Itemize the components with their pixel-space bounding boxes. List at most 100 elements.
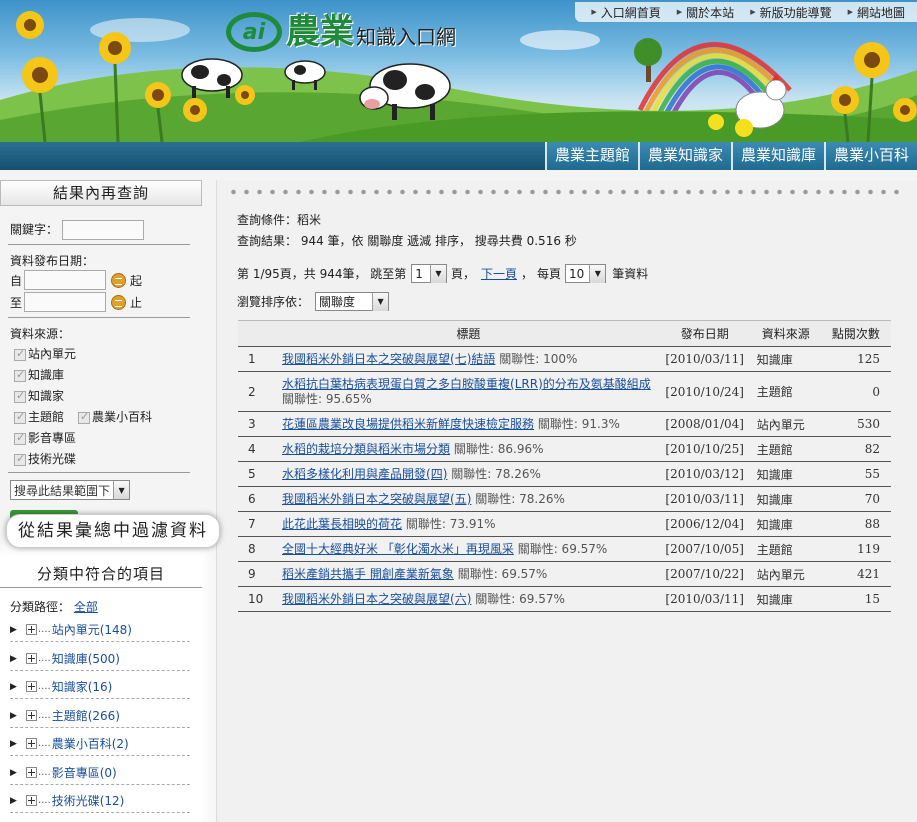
logo-main-text: 農業 — [286, 12, 354, 52]
result-title-link[interactable]: 我國稻米外銷日本之突破與展望(五) — [282, 492, 471, 506]
search-scope-select[interactable]: 搜尋此結果範圍下 ▼ — [10, 480, 131, 500]
dotted-divider — [227, 189, 907, 195]
column-header-source: 資料來源 — [750, 320, 821, 347]
top-link-home[interactable]: ▶ 入口網首頁 — [583, 4, 668, 21]
date-to-row: 至 止 — [10, 292, 142, 312]
date-from-label: 自 — [10, 273, 23, 288]
source-checkbox-video[interactable]: 影音專區 — [14, 429, 76, 446]
category-item[interactable]: ▶.... 知識家(16) — [10, 675, 190, 699]
expand-triangle-icon[interactable]: ▶ — [10, 796, 26, 806]
column-header-title: 標題 — [278, 320, 659, 347]
source-checkbox-theme-hall[interactable]: 主題館 — [14, 408, 64, 425]
keyword-row: 關鍵字： — [10, 220, 144, 240]
sort-row: 瀏覽排序依： 關聯度 ▼ — [237, 292, 390, 311]
result-title-link[interactable]: 我國稻米外銷日本之突破與展望(六) — [282, 592, 471, 606]
category-item[interactable]: ▶.... 知識庫(500) — [10, 647, 190, 671]
pager-row: 第 1/95頁，共 944筆， 跳至第 1 ▼ 頁， 下一頁 ， 每頁 10 ▼… — [237, 264, 648, 283]
top-link-sitemap[interactable]: ▶ 網站地圖 — [840, 4, 913, 21]
expand-triangle-icon[interactable]: ▶ — [10, 711, 26, 721]
date-to-label: 至 — [10, 295, 23, 310]
table-row: 5 水稻多樣化利用與產品開發(四) 關聯性: 78.26% [2010/03/1… — [238, 461, 891, 487]
triangle-icon: ▶ — [676, 8, 683, 16]
date-from-input[interactable] — [24, 270, 107, 290]
category-item[interactable]: ▶.... 站內單元(148) — [10, 618, 190, 642]
checkbox[interactable] — [14, 410, 26, 424]
tree-plus-icon[interactable] — [26, 767, 37, 778]
results-table: 標題 發布日期 資料來源 點閱次數 1 我國稻米外銷日本之突破與展望(七)結語 … — [238, 320, 891, 612]
expand-triangle-icon[interactable]: ▶ — [10, 768, 26, 778]
result-title-link[interactable]: 此花此葉長相映的荷花 — [282, 517, 402, 531]
triangle-icon: ▶ — [750, 8, 756, 16]
filter-callout: 從結果彙總中過濾資料 — [6, 514, 220, 548]
tree-plus-icon[interactable] — [26, 738, 37, 749]
sort-select[interactable]: 關聯度 ▼ — [315, 292, 390, 311]
query-condition: 查詢條件：稻米 — [237, 213, 322, 227]
result-title-link[interactable]: 水稻的栽培分類與稻米市場分類 — [282, 442, 450, 456]
date-from-row: 自 起 — [10, 270, 142, 290]
tree-plus-icon[interactable] — [26, 624, 37, 635]
expand-triangle-icon[interactable]: ▶ — [10, 654, 26, 664]
source-checkbox-onsite[interactable]: 站內單元 — [14, 345, 76, 362]
result-title-link[interactable]: 稻米產銷共攜手 開創產業新氣象 — [282, 567, 454, 581]
table-row: 3 花蓮區農業改良場提供稻米新鮮度快速檢定服務 關聯性: 91.3% [2008… — [238, 411, 891, 437]
triangle-icon: ▶ — [847, 8, 853, 16]
table-header-row: 標題 發布日期 資料來源 點閱次數 — [238, 320, 891, 347]
expand-triangle-icon[interactable]: ▶ — [10, 739, 26, 749]
per-page-select[interactable]: 10 ▼ — [565, 264, 607, 283]
source-checkbox-knowledge-qa[interactable]: 知識家 — [14, 387, 64, 404]
header-banner: ▶ 入口網首頁 ▶ 關於本站 ▶ 新版功能導覽 ▶ 網站地圖 ai 農業 知識入口網 — [0, 0, 917, 142]
top-links-bar: ▶ 入口網首頁 ▶ 關於本站 ▶ 新版功能導覽 ▶ 網站地圖 — [575, 2, 917, 22]
category-item[interactable]: ▶.... 影音專區(0) — [10, 761, 190, 785]
date-to-input[interactable] — [24, 292, 107, 312]
tree-plus-icon[interactable] — [26, 795, 37, 806]
category-item[interactable]: ▶.... 技術光碟(12) — [10, 789, 190, 813]
source-checkbox-encyclopedia[interactable]: 農業小百科 — [78, 408, 152, 425]
table-row: 7 此花此葉長相映的荷花 關聯性: 73.91% [2006/12/04] 知識… — [238, 511, 891, 537]
column-header-views: 點閱次數 — [820, 320, 891, 347]
next-page-link[interactable]: 下一頁 — [481, 265, 517, 282]
chevron-down-icon: ▼ — [589, 264, 606, 283]
table-row: 4 水稻的栽培分類與稻米市場分類 關聯性: 86.96% [2010/10/25… — [238, 436, 891, 462]
category-path-all-link[interactable]: 全部 — [74, 600, 98, 614]
result-title-link[interactable]: 我國稻米外銷日本之突破與展望(七)結語 — [282, 352, 495, 366]
site-logo[interactable]: ai 農業 知識入口網 — [226, 12, 456, 52]
date-label: 資料發布日期： — [10, 254, 95, 268]
table-row: 1 我國稻米外銷日本之突破與展望(七)結語 關聯性: 100% [2010/03… — [238, 346, 891, 372]
result-title-link[interactable]: 水稻多樣化利用與產品開發(四) — [282, 467, 447, 481]
checkbox[interactable] — [14, 431, 26, 445]
source-checkbox-cd[interactable]: 技術光碟 — [14, 450, 76, 467]
calendar-icon[interactable] — [111, 294, 127, 310]
nav-tab-encyclopedia[interactable]: 農業小百科 — [823, 142, 917, 170]
top-link-guide[interactable]: ▶ 新版功能導覽 — [742, 4, 839, 21]
result-title-link[interactable]: 花蓮區農業改良場提供稻米新鮮度快速檢定服務 — [282, 417, 534, 431]
date-start-label: 起 — [130, 273, 143, 288]
checkbox[interactable] — [14, 389, 26, 403]
triangle-icon: ▶ — [591, 8, 597, 16]
column-header-date: 發布日期 — [658, 320, 751, 347]
refine-search-panel: 結果內再查詢 關鍵字： 資料發布日期： 自 起 至 止 資料來源： 站內單元 知… — [0, 180, 220, 822]
expand-triangle-icon[interactable]: ▶ — [10, 682, 26, 692]
nav-tab-knowledge-qa[interactable]: 農業知識家 — [637, 142, 731, 170]
source-checkbox-knowledge-base[interactable]: 知識庫 — [14, 366, 64, 383]
checkbox[interactable] — [14, 347, 26, 361]
category-item[interactable]: ▶.... 農業小百科(2) — [10, 732, 190, 756]
checkbox[interactable] — [14, 452, 26, 466]
chevron-down-icon: ▼ — [429, 264, 446, 283]
expand-triangle-icon[interactable]: ▶ — [10, 625, 26, 635]
keyword-label: 關鍵字： — [10, 222, 59, 237]
result-title-link[interactable]: 全國十大經典好米 「彰化濁水米」再現風采 — [282, 542, 514, 556]
page-jump-select[interactable]: 1 ▼ — [411, 264, 447, 283]
category-item[interactable]: ▶.... 主題館(266) — [10, 704, 190, 728]
checkbox[interactable] — [78, 410, 90, 424]
tree-plus-icon[interactable] — [26, 681, 37, 692]
result-title-link[interactable]: 水稻抗白葉枯病表現蛋白質之多白胺酸重複(LRR)的分布及氨基酸組成 — [282, 377, 651, 391]
checkbox[interactable] — [14, 368, 26, 382]
calendar-icon[interactable] — [111, 272, 127, 288]
results-panel: 查詢條件：稻米 查詢結果： 944 筆，依 關聯度 遞減 排序， 搜尋共費 0.… — [216, 180, 917, 822]
nav-tab-knowledge-base[interactable]: 農業知識庫 — [730, 142, 824, 170]
tree-plus-icon[interactable] — [26, 653, 37, 664]
nav-tab-theme-hall[interactable]: 農業主題館 — [544, 142, 638, 170]
top-link-about[interactable]: ▶ 關於本站 — [669, 4, 742, 21]
tree-plus-icon[interactable] — [26, 710, 37, 721]
keyword-input[interactable] — [61, 220, 144, 240]
